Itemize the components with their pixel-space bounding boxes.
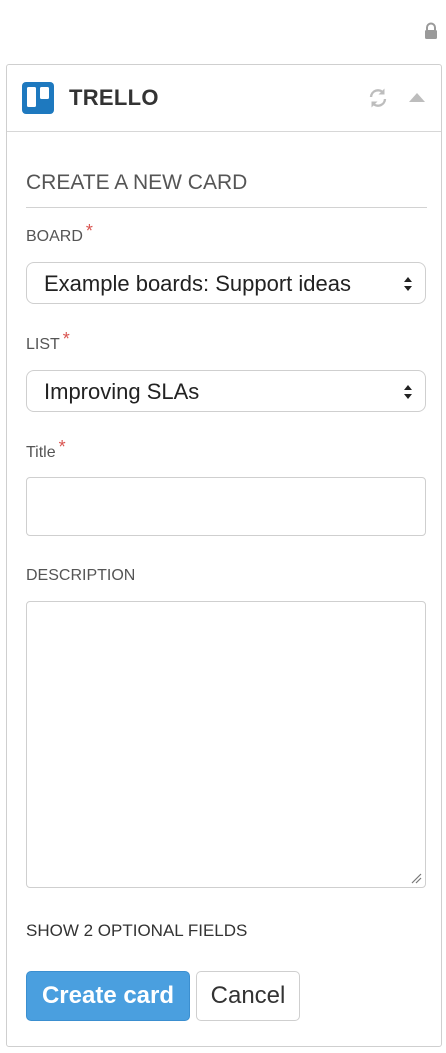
select-arrows-icon [404, 277, 412, 291]
board-select[interactable]: Example boards: Support ideas [26, 262, 426, 304]
select-arrows-icon [404, 385, 412, 399]
list-label-text: LIST [26, 336, 60, 353]
title-label-text: Title [26, 444, 56, 461]
panel-title: TRELLO [69, 85, 159, 110]
panel-header: TRELLO [7, 65, 441, 132]
create-card-button[interactable]: Create card [26, 971, 190, 1021]
description-label: DESCRIPTION [26, 567, 136, 584]
refresh-icon[interactable] [367, 87, 389, 109]
section-title: CREATE A NEW CARD [26, 171, 427, 208]
title-label: Title * [26, 437, 66, 462]
list-select[interactable]: Improving SLAs [26, 370, 426, 412]
board-label: BOARD * [26, 221, 93, 246]
board-label-text: BOARD [26, 228, 83, 245]
resize-handle-icon[interactable] [410, 872, 422, 884]
trello-logo-icon [22, 82, 54, 114]
required-marker: * [62, 329, 70, 349]
list-label: LIST * [26, 329, 70, 354]
title-input[interactable] [26, 477, 426, 536]
collapse-icon[interactable] [409, 93, 425, 102]
required-marker: * [58, 437, 66, 457]
description-textarea[interactable] [26, 601, 426, 888]
board-select-value: Example boards: Support ideas [44, 271, 351, 296]
cancel-button[interactable]: Cancel [196, 971, 300, 1021]
trello-panel: TRELLO CREATE A NEW CARD BOARD * Example … [6, 64, 442, 1047]
list-select-value: Improving SLAs [44, 379, 200, 404]
required-marker: * [85, 221, 93, 241]
show-optional-fields-link[interactable]: SHOW 2 OPTIONAL FIELDS [26, 921, 247, 941]
lock-icon [425, 22, 437, 39]
